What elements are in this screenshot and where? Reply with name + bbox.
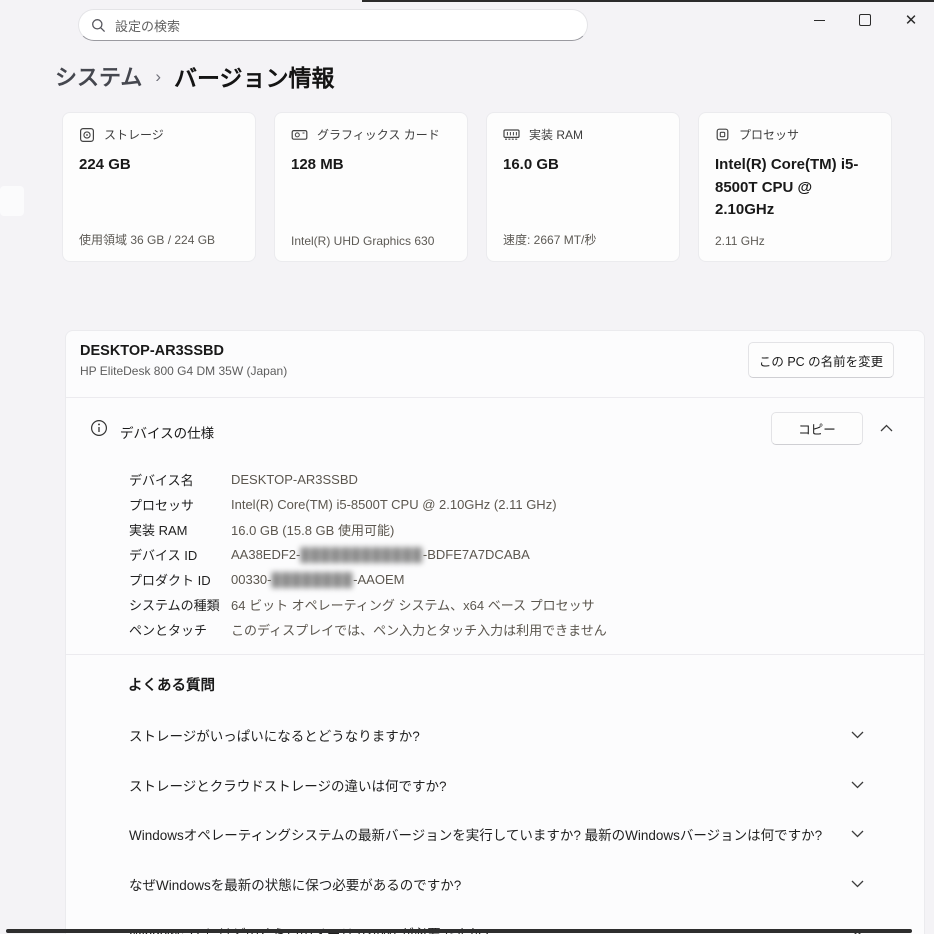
card-label: ストレージ <box>104 126 164 143</box>
minimize-icon <box>814 20 825 21</box>
spec-row-pen-touch: ペンとタッチ このディスプレイでは、ペン入力とタッチ入力は利用できません <box>66 617 924 642</box>
card-detail: 2.11 GHz <box>715 234 765 248</box>
search-icon <box>91 18 106 33</box>
breadcrumb: システム › バージョン情報 <box>55 59 335 93</box>
window-controls: ✕ <box>796 0 934 44</box>
storage-icon <box>79 127 95 143</box>
faq-item[interactable]: なぜWindowsを最新の状態に保つ必要があるのですか? <box>129 862 876 906</box>
breadcrumb-system[interactable]: システム <box>55 60 142 92</box>
card-processor[interactable]: プロセッサ Intel(R) Core(TM) i5-8500T CPU @ 2… <box>698 112 892 262</box>
chevron-down-icon <box>851 781 864 789</box>
spec-row-device-name: デバイス名 DESKTOP-AR3SSBD <box>66 467 924 492</box>
device-specs-header[interactable]: デバイスの仕様 コピー <box>66 398 924 459</box>
spec-row-device-id: デバイス ID AA38EDF2-████████████-BDFE7A7DCA… <box>66 542 924 567</box>
faq-title: よくある質問 <box>128 674 215 695</box>
minimize-button[interactable] <box>796 0 842 40</box>
cpu-icon <box>715 127 730 142</box>
chevron-down-icon <box>851 731 864 739</box>
card-detail: 使用領域 36 GB / 224 GB <box>79 231 215 248</box>
spec-row-system-type: システムの種類 64 ビット オペレーティング システム、x64 ベース プロセ… <box>66 592 924 617</box>
graphics-card-icon <box>291 128 308 142</box>
card-detail: 速度: 2667 MT/秒 <box>503 231 596 248</box>
card-value: 16.0 GB <box>503 154 653 177</box>
faq-item[interactable]: ストレージとクラウドストレージの違いは何ですか? <box>129 763 876 807</box>
chevron-down-icon <box>851 830 864 838</box>
spec-row-processor: プロセッサ Intel(R) Core(TM) i5-8500T CPU @ 2… <box>66 492 924 517</box>
rename-pc-button[interactable]: この PC の名前を変更 <box>748 342 894 378</box>
summary-cards: ストレージ 224 GB 使用領域 36 GB / 224 GB グラフィックス… <box>62 112 892 262</box>
chevron-up-icon[interactable] <box>880 424 893 432</box>
ram-icon <box>503 128 520 141</box>
breadcrumb-separator-icon: › <box>155 65 161 87</box>
left-ghost-highlight <box>0 186 24 216</box>
divider <box>66 654 924 655</box>
maximize-icon <box>859 14 871 26</box>
faq-item[interactable]: ストレージがいっぱいになるとどうなりますか? <box>129 713 876 757</box>
search-input[interactable]: 設定の検索 <box>78 9 588 41</box>
info-icon <box>90 419 108 437</box>
device-specs-list: デバイス名 DESKTOP-AR3SSBD プロセッサ Intel(R) Cor… <box>66 467 924 642</box>
maximize-button[interactable] <box>842 0 888 40</box>
spec-row-product-id: プロダクト ID 00330-████████-AAOEM <box>66 567 924 592</box>
taskbar-edge <box>6 929 912 933</box>
spec-row-ram: 実装 RAM 16.0 GB (15.8 GB 使用可能) <box>66 517 924 542</box>
card-storage[interactable]: ストレージ 224 GB 使用領域 36 GB / 224 GB <box>62 112 256 262</box>
close-button[interactable]: ✕ <box>888 0 934 40</box>
device-specs-title: デバイスの仕様 <box>120 422 214 442</box>
copy-button[interactable]: コピー <box>771 412 863 445</box>
device-model: HP EliteDesk 800 G4 DM 35W (Japan) <box>80 364 287 378</box>
faq-item[interactable]: Windowsオペレーティングシステムの最新バージョンを実行していますか? 最新… <box>129 812 876 856</box>
search-placeholder: 設定の検索 <box>115 16 180 35</box>
card-detail: Intel(R) UHD Graphics 630 <box>291 234 434 248</box>
card-label: 実装 RAM <box>529 126 583 143</box>
close-icon: ✕ <box>905 13 918 28</box>
chevron-down-icon <box>851 880 864 888</box>
redacted-text: ████████████ <box>300 547 423 562</box>
card-ram[interactable]: 実装 RAM 16.0 GB 速度: 2667 MT/秒 <box>486 112 680 262</box>
redacted-text: ████████ <box>271 572 353 587</box>
card-value: 128 MB <box>291 154 441 177</box>
about-panel: DESKTOP-AR3SSBD HP EliteDesk 800 G4 DM 3… <box>65 330 925 934</box>
card-graphics[interactable]: グラフィックス カード 128 MB Intel(R) UHD Graphics… <box>274 112 468 262</box>
card-label: プロセッサ <box>739 126 799 143</box>
device-name: DESKTOP-AR3SSBD <box>80 343 224 359</box>
card-label: グラフィックス カード <box>317 126 440 143</box>
card-value: Intel(R) Core(TM) i5-8500T CPU @ 2.10GHz <box>715 154 865 222</box>
page-title: バージョン情報 <box>174 59 335 93</box>
device-name-section: DESKTOP-AR3SSBD HP EliteDesk 800 G4 DM 3… <box>66 331 924 397</box>
card-value: 224 GB <box>79 154 229 177</box>
